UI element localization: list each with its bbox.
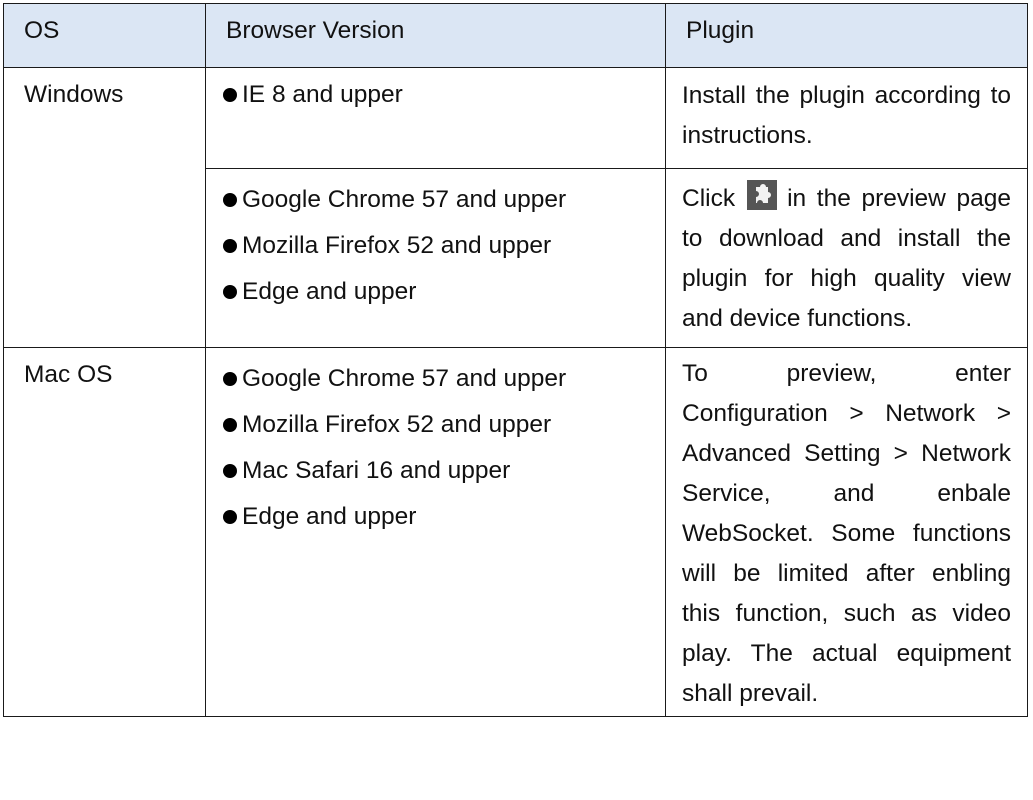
browser-compatibility-table: OS Browser Version Plugin Windows IE 8 a… [3, 3, 1028, 717]
bullet-icon [223, 418, 237, 432]
browser-cell: Google Chrome 57 and upper Mozilla Firef… [205, 347, 666, 717]
browser-cell: Google Chrome 57 and upper Mozilla Firef… [205, 168, 666, 348]
bullet-icon [223, 285, 237, 299]
plugin-cell: Install the plugin according to instruct… [665, 67, 1028, 169]
browser-item: Google Chrome 57 and upper [222, 360, 655, 397]
bullet-icon [223, 88, 237, 102]
browser-item: Mac Safari 16 and upper [222, 452, 655, 489]
browser-item: Mozilla Firefox 52 and upper [222, 406, 655, 443]
bullet-icon [223, 464, 237, 478]
table-row-windows-ie: Windows IE 8 and upper Install the plugi… [3, 67, 1028, 348]
browser-item-label: Edge and upper [242, 503, 417, 530]
table-body: Windows IE 8 and upper Install the plugi… [3, 67, 1028, 717]
bullet-icon [223, 193, 237, 207]
header-plugin: Plugin [665, 3, 1028, 68]
header-browser-version: Browser Version [205, 3, 666, 68]
plugin-text-before-icon: Click [682, 185, 736, 212]
browser-list: Google Chrome 57 and upper Mozilla Firef… [222, 360, 655, 535]
table-row-mac-os: Mac OS Google Chrome 57 and upper Mozill… [3, 347, 1028, 717]
browser-item: Google Chrome 57 and upper [222, 181, 655, 218]
bullet-icon [223, 239, 237, 253]
bullet-icon [223, 372, 237, 386]
os-cell-windows: Windows [3, 67, 206, 348]
browser-item: IE 8 and upper [222, 76, 655, 113]
browser-list: IE 8 and upper [222, 76, 655, 113]
table-header: OS Browser Version Plugin [3, 3, 1028, 68]
browser-item: Edge and upper [222, 273, 655, 310]
browser-item-label: Google Chrome 57 and upper [242, 186, 567, 213]
browser-cell: IE 8 and upper [205, 67, 666, 169]
browser-item-label: Google Chrome 57 and upper [242, 365, 567, 392]
browser-item: Edge and upper [222, 498, 655, 535]
header-os: OS [3, 3, 206, 68]
os-cell-mac-os: Mac OS [3, 347, 206, 717]
header-row: OS Browser Version Plugin [3, 3, 1028, 68]
browser-item-label: Edge and upper [242, 278, 417, 305]
browser-item: Mozilla Firefox 52 and upper [222, 227, 655, 264]
plugin-puzzle-icon[interactable] [747, 180, 778, 210]
browser-item-label: Mac Safari 16 and upper [242, 457, 511, 484]
bullet-icon [223, 510, 237, 524]
plugin-cell: Click in the preview page to download and… [665, 168, 1028, 348]
browser-item-label: IE 8 and upper [242, 81, 403, 108]
browser-item-label: Mozilla Firefox 52 and upper [242, 232, 552, 259]
plugin-cell: To preview, enter Configuration > Networ… [665, 347, 1028, 717]
browser-list: Google Chrome 57 and upper Mozilla Firef… [222, 181, 655, 310]
browser-item-label: Mozilla Firefox 52 and upper [242, 411, 552, 438]
